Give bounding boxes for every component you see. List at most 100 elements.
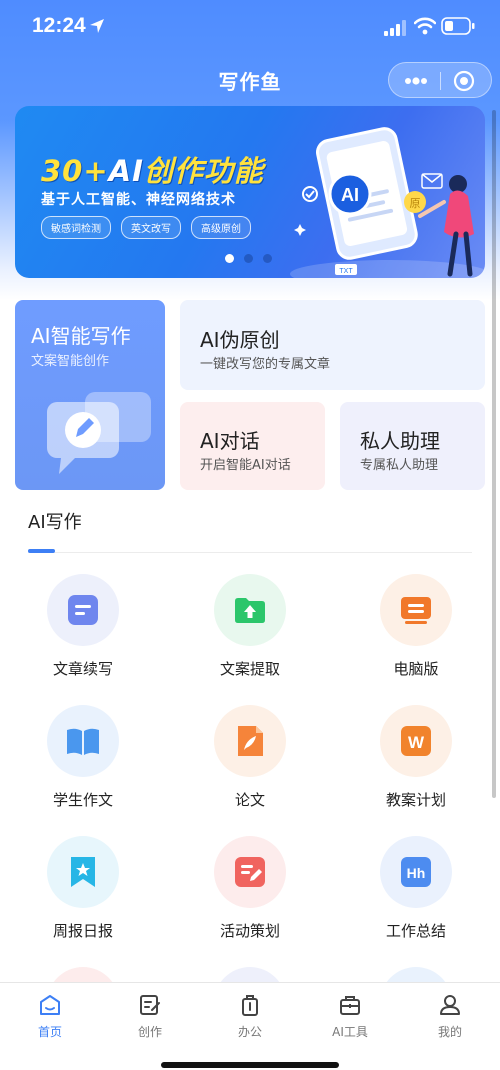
grid-item-event-planning[interactable]: 活动策划 bbox=[190, 836, 310, 956]
close-target-icon[interactable] bbox=[453, 70, 475, 92]
ai-writing-card[interactable]: AI智能写作 文案智能创作 bbox=[15, 300, 165, 490]
quill-doc-icon bbox=[232, 723, 268, 759]
card-subtitle: 开启智能AI对话 bbox=[200, 454, 291, 473]
grid-item-student-essay[interactable]: 学生作文 bbox=[23, 705, 143, 825]
folder-upload-icon bbox=[232, 592, 268, 628]
ai-rewrite-card[interactable]: AI伪原创 一键改写您的专属文章 bbox=[180, 300, 485, 390]
banner-tag: 敏感词检测 bbox=[41, 216, 111, 239]
grid-icon-circle bbox=[214, 574, 286, 646]
banner-side-char: 原 bbox=[410, 197, 421, 210]
section-title[interactable]: AI写作 bbox=[28, 508, 82, 534]
grid-label: 文案提取 bbox=[190, 658, 310, 679]
grid-item-weekly-report[interactable]: 周报日报 bbox=[23, 836, 143, 956]
tab-home[interactable]: 首页 bbox=[0, 991, 100, 1047]
bookmark-star-icon bbox=[65, 854, 101, 890]
grid-icon-circle bbox=[47, 574, 119, 646]
card-title: AI伪原创 bbox=[200, 324, 280, 353]
more-icon[interactable] bbox=[401, 71, 431, 91]
tab-label: 首页 bbox=[0, 1023, 100, 1040]
banner-headline: 30+AI创作功能 bbox=[41, 148, 264, 190]
section-active-indicator bbox=[28, 549, 55, 553]
edit-doc-icon bbox=[232, 854, 268, 890]
home-icon bbox=[38, 993, 62, 1017]
bottom-tab-bar: 首页 创作 办公 AI工具 我的 bbox=[0, 982, 500, 1070]
status-time: 12:24 bbox=[32, 14, 86, 38]
banner-pager bbox=[225, 254, 272, 263]
grid-icon-circle: W bbox=[380, 705, 452, 777]
grid-item-desktop-version[interactable]: 电脑版 bbox=[356, 574, 476, 694]
banner-dot[interactable] bbox=[263, 254, 272, 263]
tab-profile[interactable]: 我的 bbox=[400, 991, 500, 1047]
toolbox-icon bbox=[338, 993, 362, 1017]
wifi-icon bbox=[414, 17, 436, 35]
w-doc-icon: W bbox=[398, 723, 434, 759]
grid-icon-circle bbox=[47, 836, 119, 908]
grid-icon-circle: Hh bbox=[380, 836, 452, 908]
grid-item-work-summary[interactable]: Hh 工作总结 bbox=[356, 836, 476, 956]
banner-tag: 英文改写 bbox=[121, 216, 181, 239]
card-subtitle: 专属私人助理 bbox=[360, 454, 438, 473]
tab-label: 创作 bbox=[100, 1023, 200, 1040]
capsule-divider bbox=[440, 72, 441, 90]
grid-item-copy-extract[interactable]: 文案提取 bbox=[190, 574, 310, 694]
card-title: 私人助理 bbox=[360, 425, 440, 454]
grid-label: 教案计划 bbox=[356, 789, 476, 810]
section-divider bbox=[28, 552, 472, 553]
open-book-icon bbox=[65, 723, 101, 759]
grid-item-thesis[interactable]: 论文 bbox=[190, 705, 310, 825]
grid-label: 工作总结 bbox=[356, 920, 476, 941]
personal-assistant-card[interactable]: 私人助理 专属私人助理 bbox=[340, 402, 485, 490]
grid-item-article-continue[interactable]: 文章续写 bbox=[23, 574, 143, 694]
banner-subtitle: 基于人工智能、神经网络技术 bbox=[41, 189, 236, 209]
home-indicator[interactable] bbox=[161, 1062, 339, 1068]
ai-chat-card[interactable]: AI对话 开启智能AI对话 bbox=[180, 402, 325, 490]
banner-dot-active[interactable] bbox=[225, 254, 234, 263]
scrollbar[interactable] bbox=[492, 110, 496, 798]
banner-illustration: AI 原 TXT bbox=[280, 124, 485, 278]
grid-label: 文章续写 bbox=[23, 658, 143, 679]
card-title: AI对话 bbox=[200, 425, 260, 454]
banner-headline-number: 30+ bbox=[41, 154, 109, 188]
cellular-signal-icon bbox=[384, 20, 408, 36]
grid-icon-circle bbox=[47, 705, 119, 777]
tab-label: AI工具 bbox=[300, 1023, 400, 1040]
tab-office[interactable]: 办公 bbox=[200, 991, 300, 1047]
card-subtitle: 一键改写您的专属文章 bbox=[200, 353, 330, 372]
profile-icon bbox=[438, 993, 462, 1017]
status-bar: 12:24 bbox=[0, 0, 500, 54]
grid-label: 电脑版 bbox=[356, 658, 476, 679]
hh-doc-icon: Hh bbox=[398, 854, 434, 890]
banner-tags: 敏感词检测 英文改写 高级原创 bbox=[41, 216, 251, 239]
card-title: AI智能写作 bbox=[31, 320, 131, 349]
battery-icon bbox=[441, 17, 475, 35]
chat-edit-icon bbox=[45, 388, 155, 480]
grid-label: 论文 bbox=[190, 789, 310, 810]
grid-icon-circle bbox=[380, 574, 452, 646]
card-subtitle: 文案智能创作 bbox=[31, 350, 109, 369]
grid-item-lesson-plan[interactable]: W 教案计划 bbox=[356, 705, 476, 825]
tab-label: 办公 bbox=[200, 1023, 300, 1040]
svg-text:Hh: Hh bbox=[407, 865, 426, 881]
grid-label: 学生作文 bbox=[23, 789, 143, 810]
tab-label: 我的 bbox=[400, 1023, 500, 1040]
grid-icon-circle bbox=[214, 836, 286, 908]
banner-txt-label: TXT bbox=[339, 268, 353, 275]
banner-tag: 高级原创 bbox=[191, 216, 251, 239]
location-arrow-icon bbox=[88, 17, 106, 35]
banner-dot[interactable] bbox=[244, 254, 253, 263]
banner-headline-ai: AI bbox=[109, 154, 144, 188]
banner-headline-text: 创作功能 bbox=[144, 154, 264, 188]
doc-lines-icon bbox=[65, 592, 101, 628]
miniprogram-capsule bbox=[388, 62, 492, 98]
grid-label: 活动策划 bbox=[190, 920, 310, 941]
monitor-icon bbox=[398, 592, 434, 628]
tab-ai-tools[interactable]: AI工具 bbox=[300, 991, 400, 1047]
svg-text:W: W bbox=[408, 733, 425, 752]
office-icon bbox=[238, 993, 262, 1017]
grid-label: 周报日报 bbox=[23, 920, 143, 941]
create-icon bbox=[138, 993, 162, 1017]
grid-icon-circle bbox=[214, 705, 286, 777]
tab-create[interactable]: 创作 bbox=[100, 991, 200, 1047]
banner-ai-badge: AI bbox=[341, 185, 359, 205]
promo-banner[interactable]: 30+AI创作功能 基于人工智能、神经网络技术 敏感词检测 英文改写 高级原创 … bbox=[15, 106, 485, 278]
